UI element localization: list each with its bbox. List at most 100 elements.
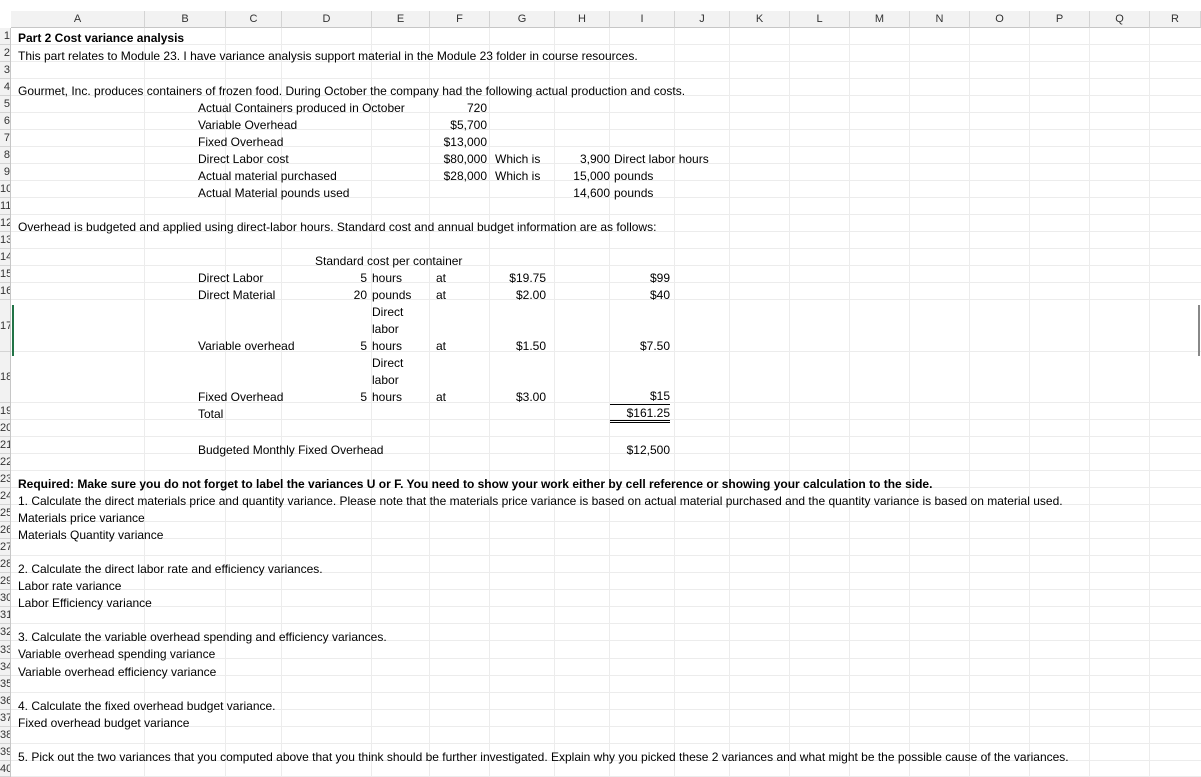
cell-a28[interactable]: 2. Calculate the direct labor rate and e…	[18, 561, 323, 577]
cell-h9[interactable]: 15,000	[560, 168, 610, 184]
row-header-12[interactable]: 12	[0, 215, 10, 232]
cell-i17[interactable]: $7.50	[610, 338, 670, 354]
row-header-37[interactable]: 37	[0, 710, 10, 727]
cell-f6[interactable]: $5,700	[430, 117, 487, 133]
cell-f18[interactable]: at	[436, 389, 446, 405]
row-header-15[interactable]: 15	[0, 266, 10, 283]
cell-f8[interactable]: $80,000	[430, 151, 487, 167]
row-header-26[interactable]: 26	[0, 522, 10, 539]
row-header-21[interactable]: 21	[0, 437, 10, 454]
cell-b6[interactable]: Variable Overhead	[198, 117, 297, 133]
cell-i18[interactable]: $15	[610, 389, 670, 405]
cell-a1[interactable]: Part 2 Cost variance analysis	[18, 30, 184, 46]
column-header-p[interactable]: P	[1030, 11, 1090, 28]
cell-i16[interactable]: $40	[610, 287, 670, 303]
row-header-18[interactable]: 18	[0, 352, 10, 403]
cell-b16[interactable]: Direct Material	[198, 287, 275, 303]
cell-b10[interactable]: Actual Material pounds used	[198, 185, 349, 201]
cell-b8[interactable]: Direct Labor cost	[198, 151, 289, 167]
row-header-17[interactable]: 17	[0, 300, 10, 352]
column-header-j[interactable]: J	[675, 11, 730, 28]
cell-d17-qty[interactable]: 5	[330, 338, 367, 354]
row-header-30[interactable]: 30	[0, 590, 10, 607]
cell-g17[interactable]: $1.50	[490, 338, 546, 354]
cell-b17[interactable]: Variable overhead	[198, 338, 295, 354]
cell-b19[interactable]: Total	[198, 406, 223, 422]
cell-e18[interactable]: hours	[372, 389, 402, 405]
cell-a26[interactable]: Materials Quantity variance	[18, 527, 163, 543]
cell-d15-qty[interactable]: 5	[330, 270, 367, 286]
cell-i10[interactable]: pounds	[614, 185, 653, 201]
cell-a2[interactable]: This part relates to Module 23. I have v…	[18, 48, 638, 64]
row-header-38[interactable]: 38	[0, 727, 10, 744]
row-header-13[interactable]: 13	[0, 232, 10, 249]
row-header-23[interactable]: 23	[0, 471, 10, 488]
column-header-f[interactable]: F	[430, 11, 490, 28]
cell-a39[interactable]: 5. Pick out the two variances that you c…	[18, 749, 1069, 765]
row-header-16[interactable]: 16	[0, 283, 10, 300]
cell-g15[interactable]: $19.75	[490, 270, 546, 286]
cell-i15[interactable]: $99	[610, 270, 670, 286]
cell-g9[interactable]: Which is	[495, 168, 540, 184]
column-header-a[interactable]: A	[11, 11, 145, 28]
row-header-20[interactable]: 20	[0, 420, 10, 437]
row-header-14[interactable]: 14	[0, 249, 10, 266]
cell-i8[interactable]: Direct labor hours	[614, 151, 709, 167]
row-header-19[interactable]: 19	[0, 403, 10, 420]
row-header-24[interactable]: 24	[0, 488, 10, 505]
cell-g16[interactable]: $2.00	[490, 287, 546, 303]
cell-h8[interactable]: 3,900	[560, 151, 610, 167]
cell-a4[interactable]: Gourmet, Inc. produces containers of fro…	[18, 83, 685, 99]
row-header-27[interactable]: 27	[0, 539, 10, 556]
cell-b9[interactable]: Actual material purchased	[198, 168, 337, 184]
cell-b5[interactable]: Actual Containers produced in October	[198, 100, 405, 116]
column-header-e[interactable]: E	[372, 11, 430, 28]
cell-f5[interactable]: 720	[430, 100, 487, 116]
cell-h10[interactable]: 14,600	[560, 185, 610, 201]
row-header-39[interactable]: 39	[0, 744, 10, 761]
cell-b7[interactable]: Fixed Overhead	[198, 134, 283, 150]
cell-a36[interactable]: 4. Calculate the fixed overhead budget v…	[18, 698, 276, 714]
cell-e16[interactable]: pounds	[372, 287, 411, 303]
row-header-10[interactable]: 10	[0, 181, 10, 198]
cell-a29[interactable]: Labor rate variance	[18, 578, 121, 594]
cell-a23[interactable]: Required: Make sure you do not forget to…	[18, 476, 932, 492]
cell-a34[interactable]: Variable overhead efficiency variance	[18, 664, 216, 680]
cell-e17[interactable]: hours	[372, 338, 402, 354]
cell-g8[interactable]: Which is	[495, 151, 540, 167]
column-header-b[interactable]: B	[145, 11, 226, 28]
row-header-35[interactable]: 35	[0, 676, 10, 693]
cell-f7[interactable]: $13,000	[430, 134, 487, 150]
row-header-2[interactable]: 2	[0, 45, 10, 62]
column-header-g[interactable]: G	[490, 11, 555, 28]
cell-e15[interactable]: hours	[372, 270, 402, 286]
column-header-o[interactable]: O	[970, 11, 1030, 28]
cell-b18[interactable]: Fixed Overhead	[198, 389, 283, 405]
row-header-3[interactable]: 3	[0, 62, 10, 79]
cell-b15[interactable]: Direct Labor	[198, 270, 263, 286]
row-header-9[interactable]: 9	[0, 164, 10, 181]
cell-a32[interactable]: 3. Calculate the variable overhead spend…	[18, 629, 387, 645]
row-header-36[interactable]: 36	[0, 693, 10, 710]
cell-f9[interactable]: $28,000	[430, 168, 487, 184]
cell-b21[interactable]: Budgeted Monthly Fixed Overhead	[198, 442, 383, 458]
cell-d18-qty[interactable]: 5	[330, 389, 367, 405]
column-header-d[interactable]: D	[282, 11, 372, 28]
row-header-22[interactable]: 22	[0, 454, 10, 471]
row-header-4[interactable]: 4	[0, 79, 10, 96]
row-header-40[interactable]: 40	[0, 761, 10, 777]
column-header-l[interactable]: L	[790, 11, 850, 28]
cell-f17[interactable]: at	[436, 338, 446, 354]
row-header-8[interactable]: 8	[0, 147, 10, 164]
row-header-7[interactable]: 7	[0, 130, 10, 147]
row-header-31[interactable]: 31	[0, 607, 10, 624]
cell-i21[interactable]: $12,500	[610, 442, 670, 458]
row-header-5[interactable]: 5	[0, 96, 10, 113]
cell-i9[interactable]: pounds	[614, 168, 653, 184]
cell-f15[interactable]: at	[436, 270, 446, 286]
row-header-28[interactable]: 28	[0, 556, 10, 573]
row-header-32[interactable]: 32	[0, 624, 10, 641]
cell-g18[interactable]: $3.00	[490, 389, 546, 405]
row-header-1[interactable]: 1	[0, 28, 10, 45]
cell-a24[interactable]: 1. Calculate the direct materials price …	[18, 493, 1063, 509]
